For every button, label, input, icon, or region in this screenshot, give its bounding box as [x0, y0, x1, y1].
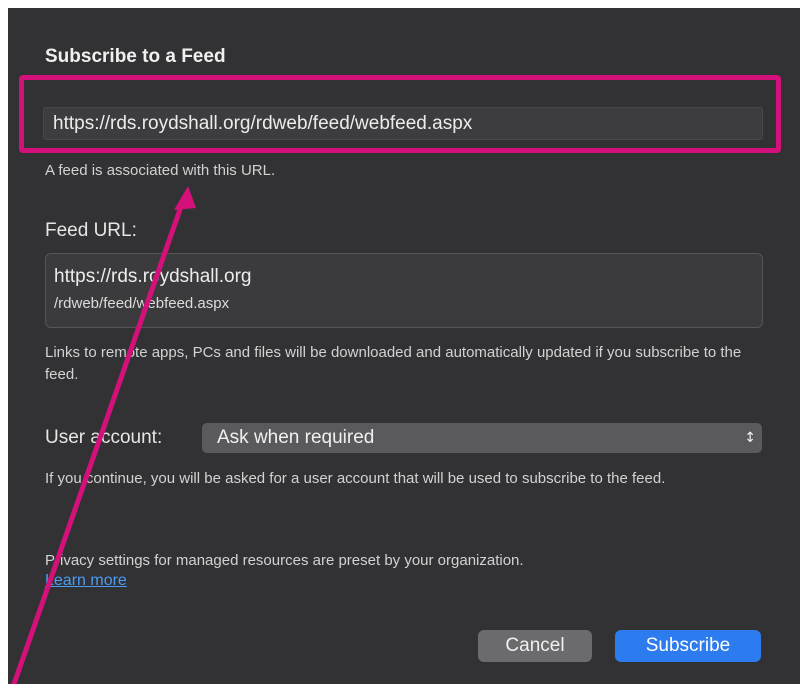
feed-url-display: https://rds.roydshall.org /rdweb/feed/we… — [45, 253, 763, 328]
feed-url-label: Feed URL: — [45, 220, 137, 241]
subscribe-button[interactable]: Subscribe — [615, 630, 761, 662]
feed-url-path: /rdweb/feed/webfeed.aspx — [54, 295, 230, 312]
subscribe-feed-dialog: Subscribe to a Feed A feed is associated… — [8, 8, 800, 684]
user-account-select[interactable]: Ask when required ↕ — [202, 423, 762, 453]
feed-description: Links to remote apps, PCs and files will… — [45, 344, 742, 383]
cancel-button[interactable]: Cancel — [478, 630, 592, 662]
user-account-hint: If you continue, you will be asked for a… — [45, 470, 666, 487]
url-hint: A feed is associated with this URL. — [45, 162, 276, 179]
dialog-title: Subscribe to a Feed — [45, 46, 226, 67]
user-account-label: User account: — [45, 427, 163, 448]
user-account-value: Ask when required — [217, 427, 375, 448]
learn-more-link[interactable]: Learn more — [45, 572, 127, 590]
feed-url-input[interactable] — [43, 107, 763, 140]
feed-url-host: https://rds.roydshall.org — [54, 266, 252, 287]
privacy-text: Privacy settings for managed resources a… — [45, 552, 524, 569]
updown-chevron-icon: ↕ — [744, 430, 756, 446]
